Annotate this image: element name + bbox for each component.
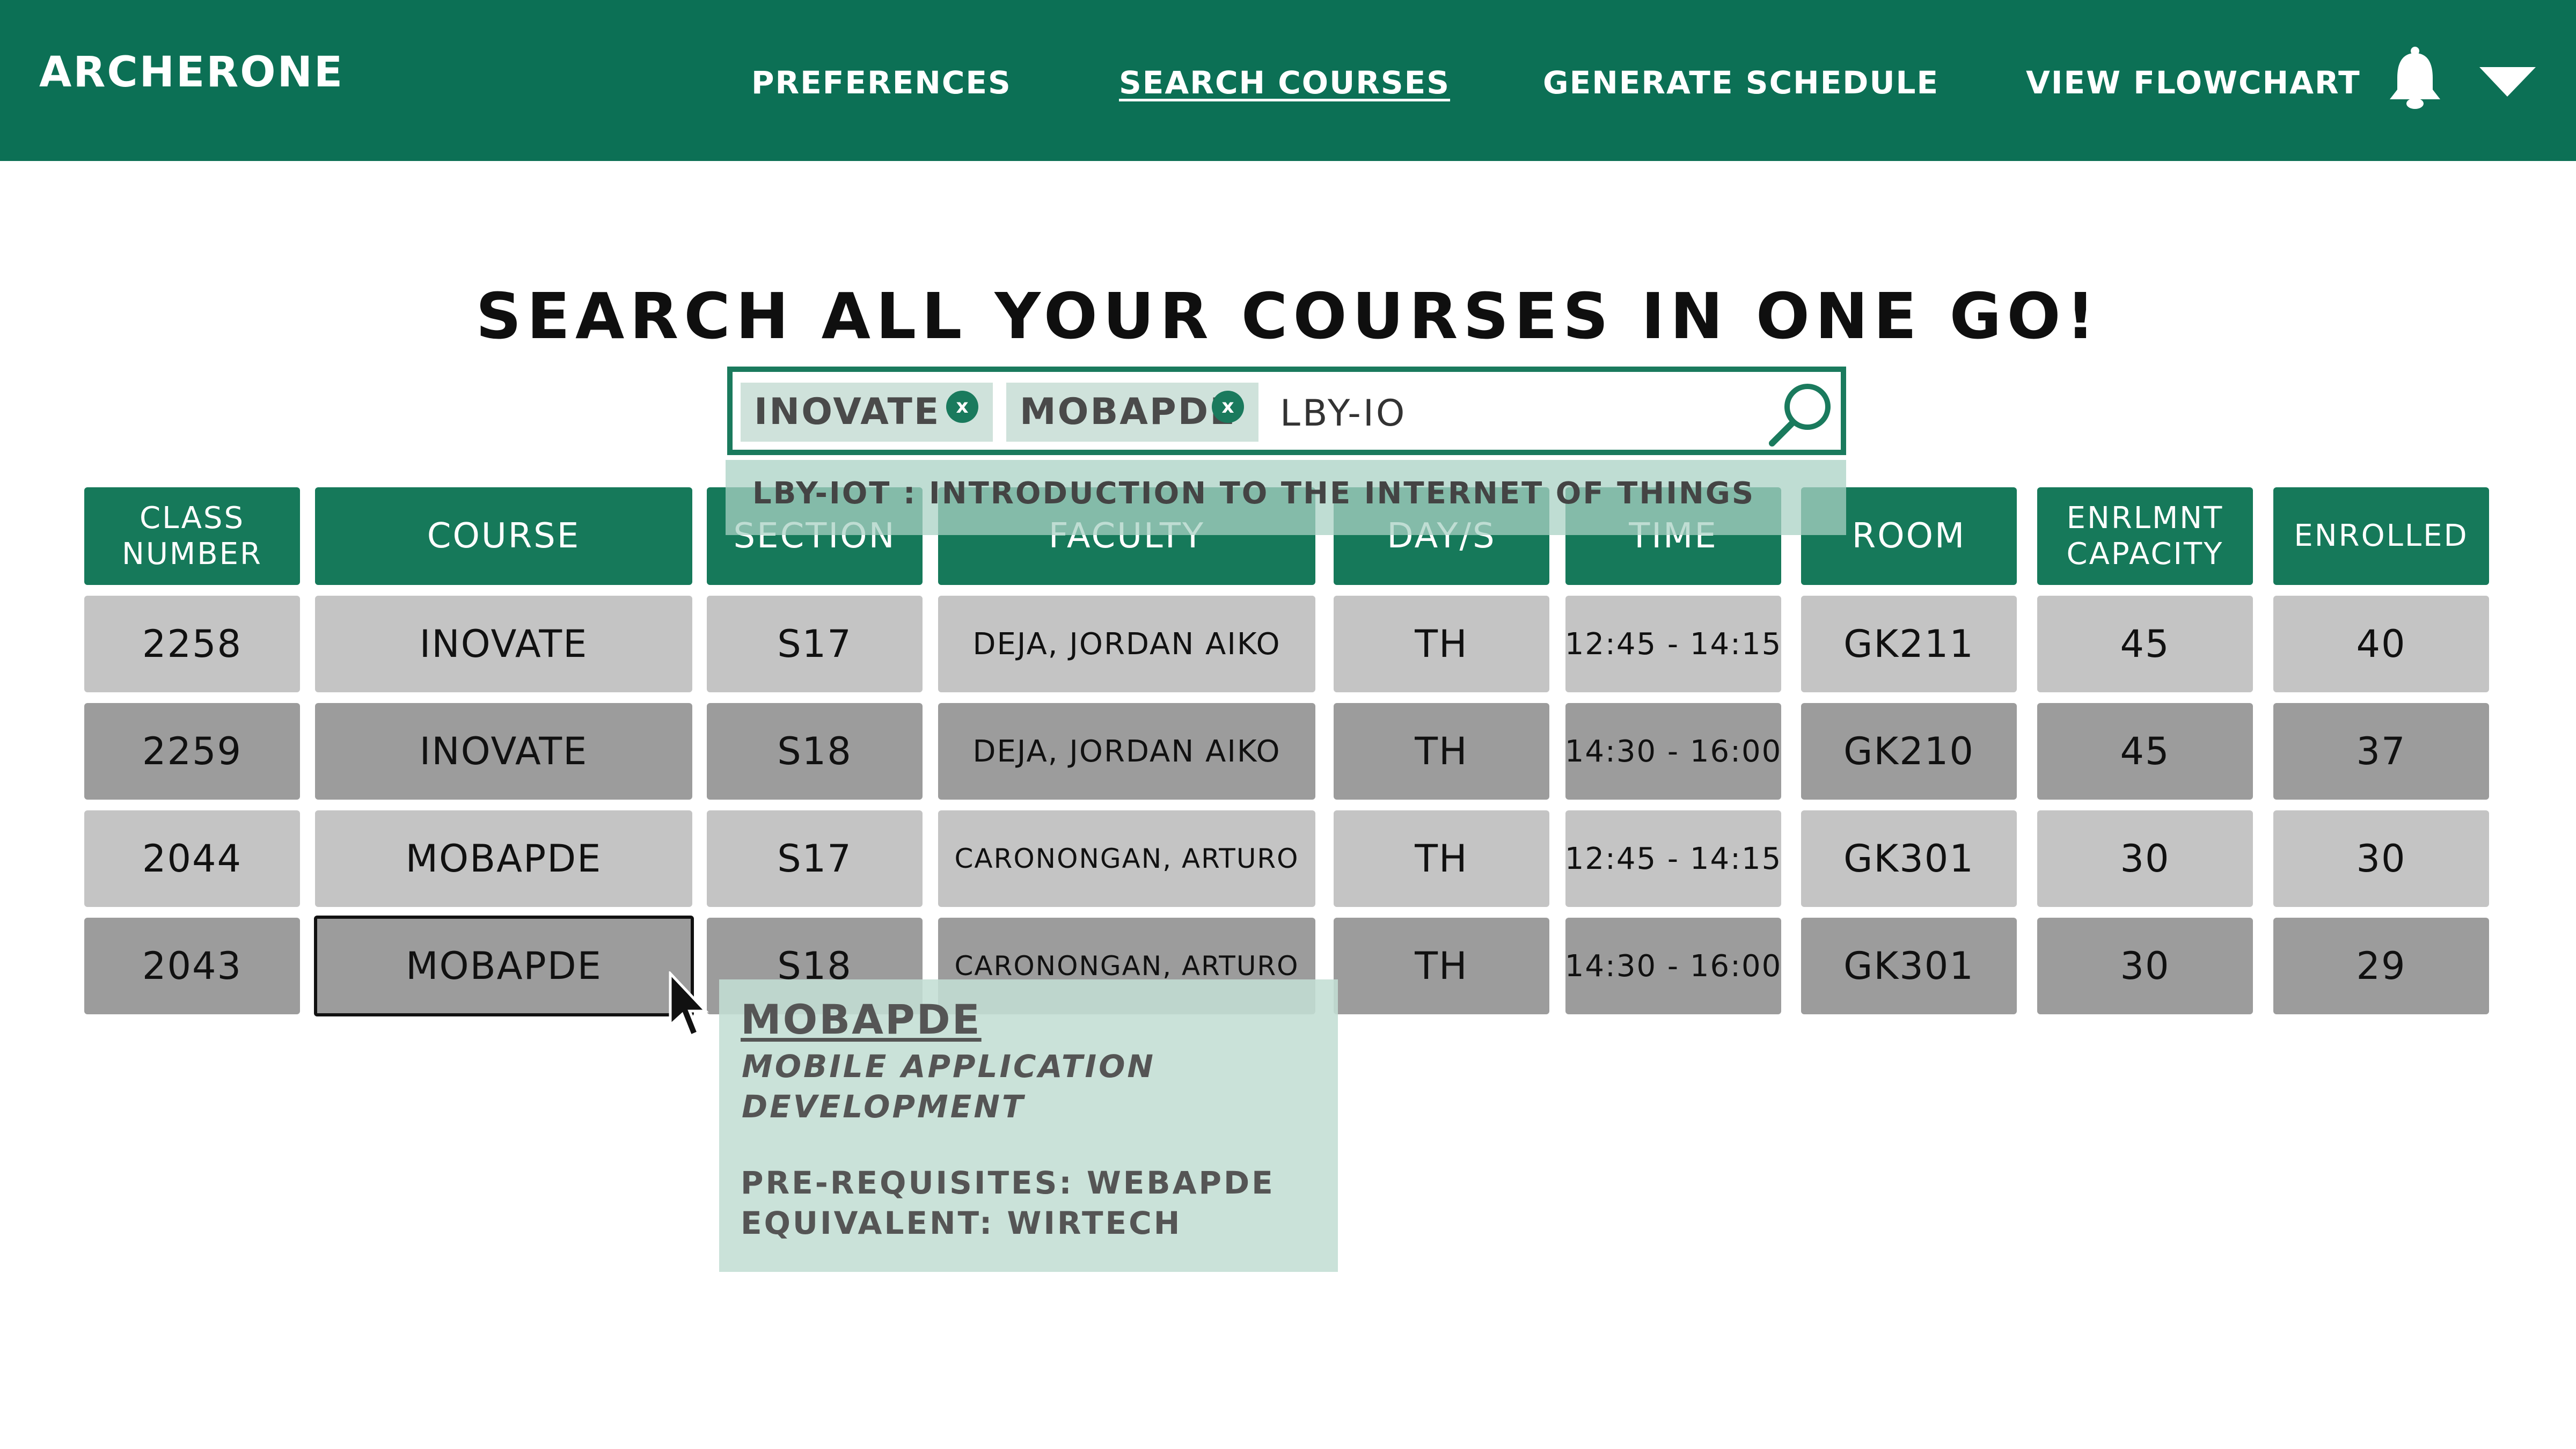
chip-remove-mobapde-button[interactable]: x — [1212, 391, 1244, 423]
course-search-box[interactable]: INOVATE x MOBAPDE x — [727, 367, 1846, 455]
tooltip-course-code: MOBAPDE — [741, 996, 982, 1043]
search-input[interactable] — [1280, 384, 1817, 443]
cell-course-hovered[interactable]: MOBAPDE — [314, 916, 694, 1016]
tooltip-equivalent: EQUIVALENT: WIRTECH — [741, 1205, 1182, 1241]
cell-days: TH — [1334, 703, 1549, 800]
cell-room: GK301 — [1801, 810, 2017, 907]
cell-faculty: DEJA, JORDAN AIKO — [938, 596, 1315, 692]
cell-section: S17 — [707, 596, 923, 692]
chip-label: MOBAPDE — [1020, 391, 1236, 433]
search-suggestion-item[interactable]: LBY-IOT : INTRODUCTION TO THE INTERNET O… — [726, 460, 1846, 535]
suggestion-text: LBY-IOT : INTRODUCTION TO THE INTERNET O… — [752, 476, 1755, 511]
page-headline: SEARCH ALL YOUR COURSES IN ONE GO! — [475, 279, 2101, 353]
cell-days: TH — [1334, 810, 1549, 907]
search-icon[interactable] — [1766, 380, 1835, 447]
cell-room: GK301 — [1801, 918, 2017, 1014]
cell-enrolled: 30 — [2273, 810, 2489, 907]
cell-room: GK210 — [1801, 703, 2017, 800]
cell-class-number: 2258 — [84, 596, 300, 692]
cell-days: TH — [1334, 918, 1549, 1014]
nav-view-flowchart[interactable]: VIEW FLOWCHART — [2026, 64, 2361, 101]
cell-faculty: CARONONGAN, ARTURO — [938, 810, 1315, 907]
cell-class-number: 2043 — [84, 918, 300, 1014]
cell-section: S18 — [707, 703, 923, 800]
cell-time: 14:30 - 16:00 — [1565, 703, 1781, 800]
column-header-enrollment-capacity: ENRLMNT CAPACITY — [2037, 487, 2253, 585]
nav-search-courses[interactable]: SEARCH COURSES — [1119, 64, 1450, 101]
column-header-course: COURSE — [315, 487, 692, 585]
top-navbar: ARCHERONE PREFERENCES SEARCH COURSES GEN… — [0, 0, 2576, 161]
cell-days: TH — [1334, 596, 1549, 692]
cell-time: 12:45 - 14:15 — [1565, 596, 1781, 692]
bell-icon[interactable] — [2385, 46, 2445, 110]
cell-class-number: 2259 — [84, 703, 300, 800]
mouse-pointer-icon — [669, 971, 709, 1038]
column-header-enrolled: ENROLLED — [2273, 487, 2489, 585]
cell-enrolled: 37 — [2273, 703, 2489, 800]
tooltip-course-name: MOBILE APPLICATION DEVELOPMENT — [742, 1048, 1155, 1125]
cell-course[interactable]: INOVATE — [315, 703, 692, 800]
chip-remove-inovate-button[interactable]: x — [946, 391, 978, 423]
cell-time: 12:45 - 14:15 — [1565, 810, 1781, 907]
brand-logo[interactable]: ARCHERONE — [39, 48, 344, 97]
cell-capacity: 30 — [2037, 918, 2253, 1014]
cell-section: S17 — [707, 810, 923, 907]
chip-label: INOVATE — [754, 391, 941, 433]
cell-class-number: 2044 — [84, 810, 300, 907]
cell-course[interactable]: INOVATE — [315, 596, 692, 692]
cell-course[interactable]: MOBAPDE — [315, 810, 692, 907]
cell-room: GK211 — [1801, 596, 2017, 692]
cell-capacity: 45 — [2037, 596, 2253, 692]
column-header-class-number: CLASS NUMBER — [84, 487, 300, 585]
nav-generate-schedule[interactable]: GENERATE SCHEDULE — [1543, 64, 1939, 101]
cell-time: 14:30 - 16:00 — [1565, 918, 1781, 1014]
cell-enrolled: 29 — [2273, 918, 2489, 1014]
course-info-tooltip: MOBAPDE MOBILE APPLICATION DEVELOPMENT P… — [719, 979, 1338, 1272]
cell-enrolled: 40 — [2273, 596, 2489, 692]
cell-faculty: DEJA, JORDAN AIKO — [938, 703, 1315, 800]
chevron-down-icon[interactable] — [2479, 67, 2536, 97]
cell-capacity: 30 — [2037, 810, 2253, 907]
cell-capacity: 45 — [2037, 703, 2253, 800]
tooltip-prerequisites: PRE-REQUISITES: WEBAPDE — [741, 1165, 1275, 1201]
nav-preferences[interactable]: PREFERENCES — [751, 64, 1012, 101]
